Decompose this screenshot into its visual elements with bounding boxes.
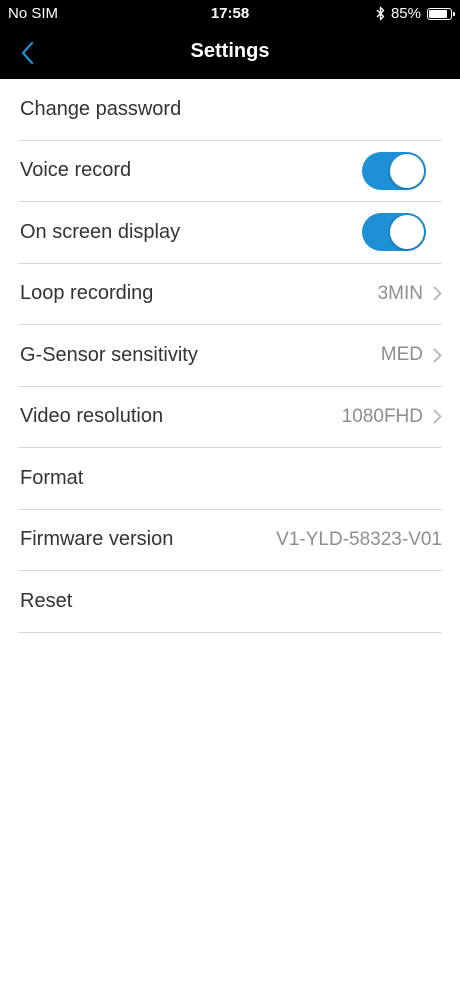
loop-recording-row[interactable]: Loop recording 3MIN bbox=[18, 264, 442, 325]
firmware-version-label: Firmware version bbox=[20, 528, 174, 551]
on-screen-display-label: On screen display bbox=[20, 220, 181, 243]
loop-recording-value: 3MIN bbox=[377, 282, 423, 304]
page-title: Settings bbox=[190, 40, 270, 62]
toggle-knob bbox=[390, 215, 424, 250]
nav-bar: Settings bbox=[0, 28, 460, 79]
g-sensor-label: G-Sensor sensitivity bbox=[20, 343, 198, 366]
chevron-right-icon bbox=[433, 286, 442, 301]
status-right: 85% bbox=[376, 5, 455, 22]
chevron-right-icon bbox=[433, 409, 442, 424]
status-bar: No SIM 17:58 85% bbox=[0, 0, 460, 28]
video-resolution-value: 1080FHD bbox=[341, 405, 423, 427]
reset-row[interactable]: Reset bbox=[18, 571, 442, 633]
on-screen-display-toggle[interactable] bbox=[362, 213, 426, 252]
loop-recording-label: Loop recording bbox=[20, 282, 154, 305]
video-resolution-row[interactable]: Video resolution 1080FHD bbox=[18, 387, 442, 448]
format-row[interactable]: Format bbox=[18, 448, 442, 510]
g-sensor-row[interactable]: G-Sensor sensitivity MED bbox=[18, 325, 442, 387]
battery-fill bbox=[429, 9, 447, 18]
reset-label: Reset bbox=[20, 589, 73, 612]
chevron-right-icon bbox=[433, 348, 442, 363]
battery-percent: 85% bbox=[390, 5, 421, 22]
voice-record-toggle[interactable] bbox=[362, 151, 426, 190]
firmware-version-row: Firmware version V1-YLD-58323-V01 bbox=[18, 510, 442, 571]
g-sensor-value: MED bbox=[380, 344, 423, 366]
battery-icon bbox=[427, 7, 455, 20]
on-screen-display-row: On screen display bbox=[18, 202, 442, 264]
voice-record-row: Voice record bbox=[18, 141, 442, 202]
format-label: Format bbox=[20, 466, 84, 489]
settings-list: Change password Voice record On screen d… bbox=[0, 79, 460, 633]
change-password-row[interactable]: Change password bbox=[18, 79, 442, 141]
bluetooth-icon bbox=[376, 6, 385, 21]
toggle-knob bbox=[390, 153, 424, 188]
firmware-version-value: V1-YLD-58323-V01 bbox=[276, 528, 442, 550]
change-password-label: Change password bbox=[20, 97, 182, 120]
voice-record-label: Voice record bbox=[20, 159, 132, 182]
video-resolution-label: Video resolution bbox=[20, 405, 164, 428]
